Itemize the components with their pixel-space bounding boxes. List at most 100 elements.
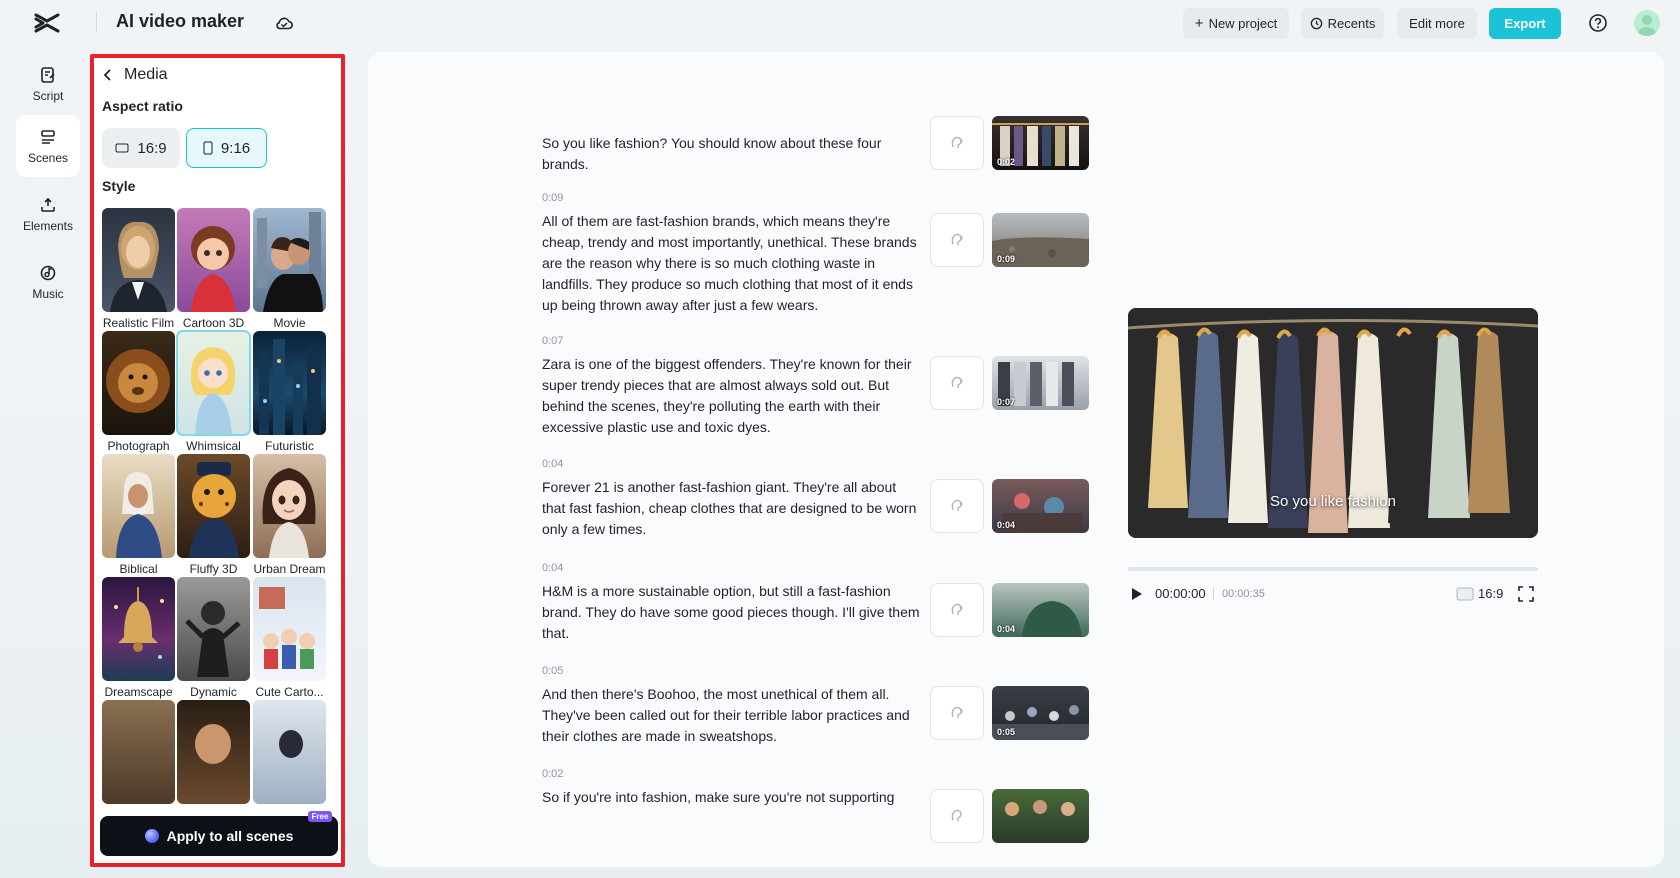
export-button[interactable]: Export xyxy=(1489,8,1561,39)
style-card-fluffy-3d[interactable]: Fluffy 3D xyxy=(177,454,250,576)
style-thumb xyxy=(176,330,251,436)
rail-music-label: Music xyxy=(32,286,64,301)
ratio-9-16-label: 9:16 xyxy=(220,139,251,157)
voiceover-button[interactable] xyxy=(930,116,984,170)
style-card-cartoon-3d[interactable]: Cartoon 3D xyxy=(177,208,250,330)
style-card-cute-cartoon[interactable]: Cute Carto... xyxy=(253,577,326,699)
scene-text[interactable]: Forever 21 is another fast-fashion giant… xyxy=(542,477,922,540)
style-thumb xyxy=(102,700,175,804)
style-thumb xyxy=(177,454,250,558)
scene-time: 0:09 xyxy=(542,192,564,204)
preview-ratio-label: 16:9 xyxy=(1478,586,1504,601)
scene-thumbnail[interactable]: 0:07 xyxy=(992,356,1089,410)
voiceover-button[interactable] xyxy=(930,789,984,843)
scene-text[interactable]: And then there's Boohoo, the most unethi… xyxy=(542,684,922,747)
style-thumb xyxy=(177,577,250,681)
voiceover-button[interactable] xyxy=(930,583,984,637)
current-time: 00:00:00 xyxy=(1155,586,1206,601)
style-card-extra-1[interactable] xyxy=(102,700,175,804)
scene-thumbnail[interactable]: 0:05 xyxy=(992,686,1089,740)
rail-script-label: Script xyxy=(32,88,64,103)
style-thumb xyxy=(253,577,326,681)
style-card-extra-3[interactable] xyxy=(253,700,326,804)
playback-progress-bar[interactable] xyxy=(1128,567,1538,571)
thumb-duration: 0:04 xyxy=(997,520,1016,530)
style-thumb xyxy=(253,700,326,804)
landscape-ratio-icon xyxy=(115,143,129,153)
recents-label: Recents xyxy=(1327,16,1376,31)
apply-to-all-scenes-button[interactable]: Apply to all scenes xyxy=(100,816,338,856)
capcut-logo-icon[interactable] xyxy=(34,12,60,34)
ratio-16-9-button[interactable]: 16:9 xyxy=(102,128,180,168)
scene-thumbnail[interactable]: 0:04 xyxy=(992,583,1089,637)
scene-text[interactable]: All of them are fast-fashion brands, whi… xyxy=(542,211,922,316)
style-card-movie[interactable]: Movie xyxy=(253,208,326,330)
scene-time: 0:02 xyxy=(542,768,564,780)
scene-time: 0:05 xyxy=(542,665,564,677)
scene-time: 0:07 xyxy=(542,335,564,347)
style-card-photograph[interactable]: Photograph xyxy=(102,331,175,453)
style-card-futuristic[interactable]: Futuristic xyxy=(253,331,326,453)
new-project-label: New project xyxy=(1208,16,1278,31)
edit-more-button[interactable]: Edit more xyxy=(1397,8,1477,39)
style-name: Whimsical xyxy=(186,439,241,453)
back-chevron-icon[interactable] xyxy=(102,68,114,82)
style-card-biblical[interactable]: Biblical xyxy=(102,454,175,576)
scene-thumbnail[interactable]: 0:02 xyxy=(992,116,1089,170)
rail-elements[interactable]: Elements xyxy=(16,183,80,245)
style-thumb xyxy=(177,700,250,804)
style-thumb xyxy=(177,208,250,312)
clock-icon xyxy=(1310,17,1322,30)
recents-button[interactable]: Recents xyxy=(1301,8,1384,39)
voiceover-button[interactable] xyxy=(930,213,984,267)
scene-text[interactable]: H&M is a more sustainable option, but st… xyxy=(542,581,922,644)
play-icon[interactable] xyxy=(1128,586,1144,602)
style-card-realistic-film[interactable]: Realistic Film xyxy=(102,208,175,330)
voice-icon xyxy=(951,809,962,821)
scene-thumbnail[interactable]: 0:09 xyxy=(992,213,1089,267)
style-name: Cute Carto... xyxy=(255,685,324,699)
voice-icon xyxy=(951,603,963,615)
scene-text[interactable]: So you like fashion? You should know abo… xyxy=(542,133,922,175)
new-project-button[interactable]: + New project xyxy=(1183,8,1289,39)
style-thumb xyxy=(102,454,175,558)
scene-text[interactable]: Zara is one of the biggest offenders. Th… xyxy=(542,354,922,438)
style-card-whimsical[interactable]: Whimsical xyxy=(176,330,251,453)
help-icon[interactable] xyxy=(1588,13,1608,33)
media-panel-header: Media xyxy=(102,66,168,84)
music-icon xyxy=(40,265,56,280)
rail-script[interactable]: Script xyxy=(16,53,80,115)
fullscreen-icon[interactable] xyxy=(1518,586,1534,602)
voice-icon xyxy=(951,706,963,718)
style-card-extra-2[interactable] xyxy=(177,700,250,804)
style-name: Fluffy 3D xyxy=(189,562,238,576)
ratio-9-16-button[interactable]: 9:16 xyxy=(186,128,267,168)
style-thumb xyxy=(102,331,175,435)
scene-text[interactable]: So if you're into fashion, make sure you… xyxy=(542,787,922,808)
video-preview[interactable]: So you like fashion xyxy=(1128,308,1538,538)
style-name: Dynamic xyxy=(190,685,237,699)
top-header: AI video maker + New project Recents Edi… xyxy=(0,0,1680,46)
style-thumb xyxy=(253,208,326,312)
voiceover-button[interactable] xyxy=(930,479,984,533)
rail-music[interactable]: Music xyxy=(16,251,80,313)
style-card-dreamscape[interactable]: Dreamscape xyxy=(102,577,175,699)
thumb-duration: 0:02 xyxy=(997,157,1016,167)
cloud-icon[interactable] xyxy=(274,13,294,33)
style-card-urban-dream[interactable]: Urban Dream xyxy=(253,454,326,576)
preview-ratio-selector[interactable]: 16:9 xyxy=(1456,586,1503,601)
apply-label: Apply to all scenes xyxy=(166,828,294,844)
rail-scenes-label: Scenes xyxy=(27,150,69,165)
user-avatar[interactable] xyxy=(1634,10,1660,36)
voiceover-button[interactable] xyxy=(930,686,984,740)
preview-caption: So you like fashion xyxy=(1270,493,1396,510)
voice-icon xyxy=(951,136,963,148)
style-name: Photograph xyxy=(107,439,170,453)
style-grid: Realistic Film Cartoon 3D Movie Photogra… xyxy=(102,208,341,804)
voiceover-button[interactable] xyxy=(930,356,984,410)
rail-scenes[interactable]: Scenes xyxy=(16,115,80,177)
style-name: Biblical xyxy=(119,562,158,576)
style-card-dynamic[interactable]: Dynamic xyxy=(177,577,250,699)
scene-thumbnail[interactable] xyxy=(992,789,1089,843)
scene-thumbnail[interactable]: 0:04 xyxy=(992,479,1089,533)
